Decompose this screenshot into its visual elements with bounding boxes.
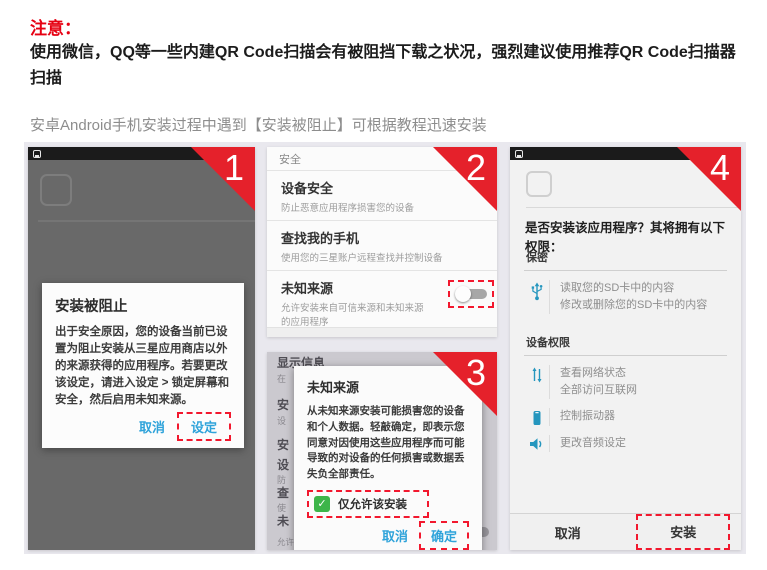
dialog-body: 出于安全原因，您的设备当前已设置为阻止安装从三星应用商店以外的来源获得的应用程序… (55, 324, 231, 409)
page-subtitle: 安卓Android手机安装过程中遇到【安装被阻止】可根据教程迅速安装 (30, 114, 487, 135)
step-number: 1 (224, 150, 244, 186)
permission-line: 读取您的SD卡中的内容 (560, 280, 707, 297)
vibration-icon (524, 408, 550, 426)
bg-setting-title: 安 (277, 396, 289, 413)
network-icon (524, 365, 550, 399)
divider (38, 220, 255, 222)
step-number: 2 (466, 150, 486, 186)
notice-body: 使用微信，QQ等一些内建QR Code扫描会有被阻挡下载之状况，强烈建议使用推荐… (30, 40, 744, 93)
step-number: 4 (710, 150, 730, 186)
permission-text: 查看网络状态 全部访问互联网 (550, 365, 637, 399)
settings-button[interactable]: 设定 (179, 414, 229, 439)
section-header-privacy: 保密 (524, 243, 727, 271)
allow-once-checkbox[interactable]: ✓ (314, 496, 330, 512)
permission-row: 查看网络状态 全部访问互联网 (524, 356, 727, 399)
screenshot-step-2: 安全 设备安全 防止恶意应用程序损害您的设备 查找我的手机 使用您的三星账户远程… (267, 147, 497, 337)
highlight-settings-button: 设定 (177, 412, 231, 441)
step-number: 3 (466, 355, 486, 391)
permission-line: 更改音频设定 (560, 435, 626, 452)
bg-setting-title: 未 (277, 512, 289, 529)
permission-line: 全部访问互联网 (560, 382, 637, 399)
install-button[interactable]: 安装 (670, 525, 696, 540)
notice-label: 注意： (30, 14, 81, 39)
setting-item-find-my-phone[interactable]: 查找我的手机 使用您的三星账户远程查找并控制设备 (267, 220, 497, 270)
ok-button[interactable]: 确定 (421, 523, 467, 548)
highlight-unknown-sources-toggle (448, 280, 494, 308)
usb-icon (524, 280, 550, 314)
permission-line: 查看网络状态 (560, 365, 637, 382)
permission-row: 读取您的SD卡中的内容 修改或删除您的SD卡中的内容 (524, 271, 727, 314)
bg-setting-subtitle: 在 (277, 372, 286, 385)
list-footer (267, 327, 497, 337)
unknown-sources-toggle[interactable] (455, 286, 487, 302)
permission-text: 控制振动器 (550, 408, 615, 426)
install-footer-bar: 取消 安装 (510, 513, 741, 550)
permission-line: 修改或删除您的SD卡中的内容 (560, 297, 707, 314)
notification-icon (515, 150, 523, 158)
screenshot-step-3: 显示信息 在 安 设 安 设 防 查 使 未 允许安装来自可信来源和未知来源的应… (267, 352, 497, 550)
bg-setting-subtitle: 设 (277, 414, 286, 427)
tutorial-page: 注意： 使用微信，QQ等一些内建QR Code扫描会有被阻挡下载之状况，强烈建议… (0, 0, 767, 570)
permission-row: 更改音频设定 (524, 426, 727, 452)
permission-text: 读取您的SD卡中的内容 修改或删除您的SD卡中的内容 (550, 280, 707, 314)
setting-title: 查找我的手机 (281, 228, 483, 247)
checkbox-label: 仅允许该安装 (338, 496, 407, 512)
cancel-button[interactable]: 取消 (555, 523, 581, 542)
bg-setting-title: 查 (277, 484, 289, 501)
highlight-checkbox: ✓ 仅允许该安装 (307, 490, 429, 518)
section-header-device: 设备权限 (524, 328, 727, 356)
app-icon-placeholder (40, 174, 72, 206)
screenshot-step-4: 1 4G 7 是否安装该应用程序？其将拥有以下权限： 保密 (510, 147, 741, 550)
audio-icon (524, 435, 550, 452)
cancel-button[interactable]: 取消 (375, 523, 415, 548)
permission-text: 更改音频设定 (550, 435, 626, 452)
permission-line: 控制振动器 (560, 408, 615, 425)
highlight-ok-button: 确定 (419, 521, 469, 550)
cancel-button[interactable]: 取消 (132, 414, 172, 439)
permission-row: 控制振动器 (524, 399, 727, 426)
highlight-install-button: 安装 (636, 514, 730, 550)
install-blocked-dialog: 安装被阻止 出于安全原因，您的设备当前已设置为阻止安装从三星应用商店以外的来源获… (42, 283, 244, 448)
app-icon-placeholder (526, 171, 552, 197)
screenshot-step-1: 1 4G 7 安装被阻止 出于安全原因，您的设备当前已设置为阻止安装从三星应用商… (28, 147, 255, 550)
permissions-list: 保密 读取您的SD卡中的内容 修改或删除您的SD卡中的内容 (524, 243, 727, 452)
dialog-actions: 取消 设定 (55, 412, 231, 441)
notification-icon (33, 150, 41, 158)
setting-item-unknown-sources[interactable]: 未知来源 允许安装来自可信来源和未知来源的应用程序 (267, 270, 497, 334)
dialog-title: 安装被阻止 (55, 295, 231, 316)
dialog-actions: 取消 确定 (307, 521, 469, 550)
bg-setting-title: 设 (277, 456, 289, 473)
bg-setting-title: 安 (277, 436, 289, 453)
setting-subtitle: 使用您的三星账户远程查找并控制设备 (281, 250, 483, 264)
